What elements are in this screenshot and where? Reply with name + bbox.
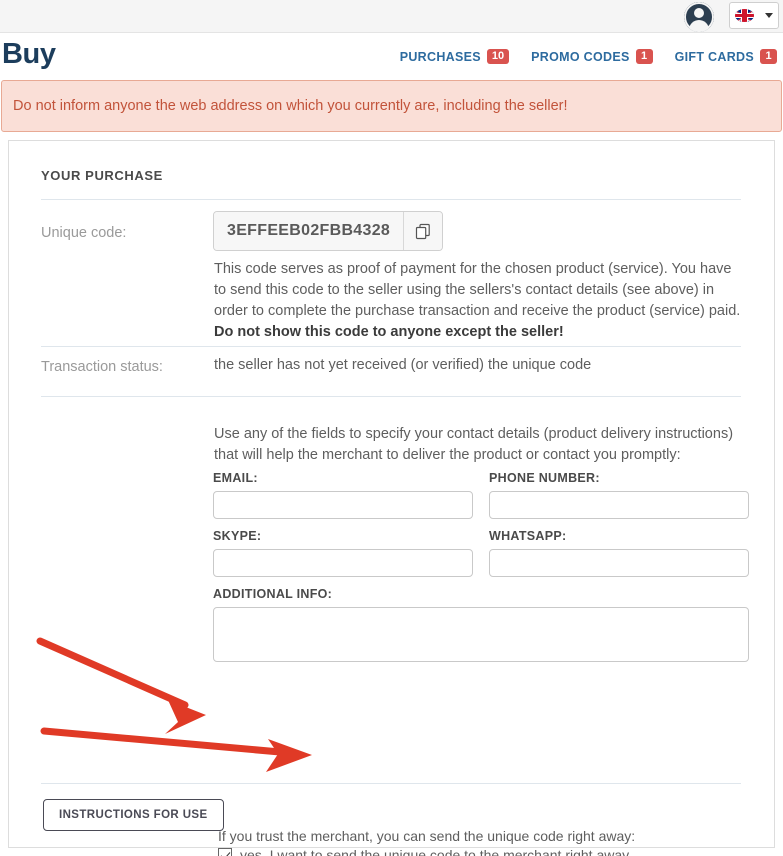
page-header: Buy PURCHASES 10 PROMO CODES 1 GIFT CARD… [0, 33, 783, 78]
page-root: Buy PURCHASES 10 PROMO CODES 1 GIFT CARD… [0, 0, 783, 856]
avatar[interactable] [684, 2, 714, 32]
whatsapp-input[interactable] [489, 549, 749, 577]
tab-promo-codes[interactable]: PROMO CODES 1 [531, 49, 653, 64]
chevron-down-icon [764, 13, 773, 18]
tab-gift-cards-label: GIFT CARDS [674, 49, 754, 64]
skype-label: SKYPE: [213, 529, 262, 543]
send-code-checkbox[interactable] [218, 848, 232, 856]
copy-icon [415, 223, 430, 239]
avatar-head [694, 8, 704, 18]
code-description-emphasis: Do not show this code to anyone except t… [214, 324, 564, 340]
uk-flag-icon [735, 9, 755, 22]
divider-1 [41, 199, 741, 200]
tab-purchases-label: PURCHASES [399, 49, 481, 64]
tab-purchases-badge: 10 [486, 49, 510, 64]
additional-info-group: ADDITIONAL INFO: [213, 587, 749, 667]
contact-details-intro: Use any of the fields to specify your co… [214, 426, 734, 463]
transaction-status-value: the seller has not yet received (or veri… [214, 357, 592, 373]
unique-code-value: 3EFFEEB02FBB4328 [214, 212, 405, 250]
section-title: YOUR PURCHASE [41, 168, 163, 183]
nav-tabs: PURCHASES 10 PROMO CODES 1 GIFT CARDS 1 [400, 49, 777, 64]
tab-promo-codes-label: PROMO CODES [531, 49, 630, 64]
phone-group: PHONE NUMBER: [489, 471, 749, 519]
warning-banner: Do not inform anyone the web address on … [1, 80, 782, 132]
additional-info-label: ADDITIONAL INFO: [213, 587, 333, 601]
page-title: Buy [2, 38, 56, 70]
language-selector[interactable] [729, 2, 779, 29]
transaction-status-label: Transaction status: [41, 359, 163, 375]
unique-code-label: Unique code: [41, 225, 127, 241]
skype-input[interactable] [213, 549, 473, 577]
tab-gift-cards[interactable]: GIFT CARDS 1 [675, 49, 777, 64]
email-input[interactable] [213, 491, 473, 519]
tab-promo-codes-badge: 1 [635, 49, 653, 64]
divider-4 [41, 783, 741, 784]
top-utility-bar [0, 0, 783, 33]
send-code-checkbox-row: yes, I want to send the unique code to t… [218, 847, 629, 856]
whatsapp-group: WHATSAPP: [489, 529, 749, 577]
skype-group: SKYPE: [213, 529, 473, 577]
phone-label: PHONE NUMBER: [489, 471, 600, 485]
contact-fields-grid: EMAIL: PHONE NUMBER: SKYPE: WHATSAPP: [213, 471, 749, 577]
trust-merchant-text: If you trust the merchant, you can send … [218, 828, 636, 844]
phone-input[interactable] [489, 491, 749, 519]
additional-info-textarea[interactable] [213, 607, 749, 662]
whatsapp-label: WHATSAPP: [489, 529, 567, 543]
tab-gift-cards-badge: 1 [760, 49, 777, 64]
send-code-checkbox-label[interactable]: yes, I want to send the unique code to t… [240, 847, 629, 856]
instructions-for-use-button[interactable]: INSTRUCTIONS FOR USE [43, 799, 224, 831]
divider-2 [41, 346, 741, 347]
divider-3 [41, 396, 741, 397]
copy-code-button[interactable] [404, 212, 443, 250]
email-label: EMAIL: [213, 471, 258, 485]
unique-code-box: 3EFFEEB02FBB4328 [213, 211, 444, 251]
code-description-text: This code serves as proof of payment for… [214, 261, 741, 319]
email-group: EMAIL: [213, 471, 473, 519]
contact-fields: EMAIL: PHONE NUMBER: SKYPE: WHATSAPP: AD… [213, 471, 749, 667]
tab-purchases[interactable]: PURCHASES 10 [399, 49, 510, 64]
warning-banner-text: Do not inform anyone the web address on … [13, 98, 568, 114]
unique-code-description: This code serves as proof of payment for… [214, 259, 744, 343]
purchase-card: YOUR PURCHASE Unique code: 3EFFEEB02FBB4… [8, 140, 775, 856]
